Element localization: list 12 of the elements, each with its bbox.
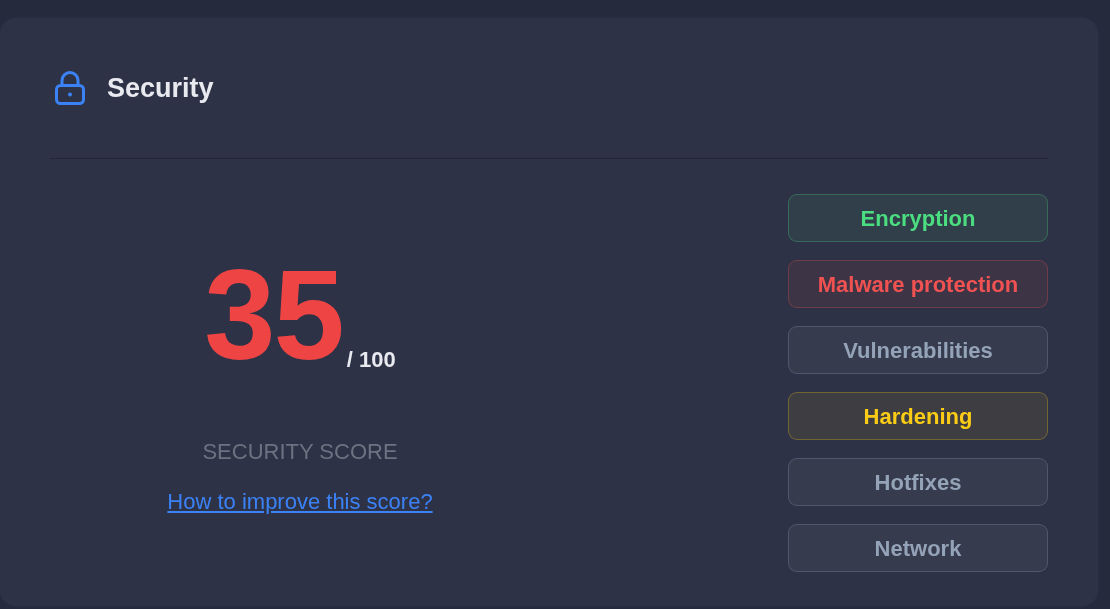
status-tag: Vulnerabilities bbox=[788, 326, 1048, 374]
panel-title: Security bbox=[107, 71, 214, 105]
score-value: 35 bbox=[204, 243, 343, 386]
status-tag: Hotfixes bbox=[788, 458, 1048, 506]
status-tag: Malware protection bbox=[788, 260, 1048, 308]
status-tag: Encryption bbox=[788, 194, 1048, 242]
score-max: / 100 bbox=[346, 347, 396, 372]
score-label: SECURITY SCORE bbox=[202, 439, 398, 465]
improve-score-link[interactable]: How to improve this score? bbox=[167, 489, 433, 515]
status-tag: Network bbox=[788, 524, 1048, 572]
lock-icon bbox=[55, 71, 85, 105]
status-tag: Hardening bbox=[788, 392, 1048, 440]
